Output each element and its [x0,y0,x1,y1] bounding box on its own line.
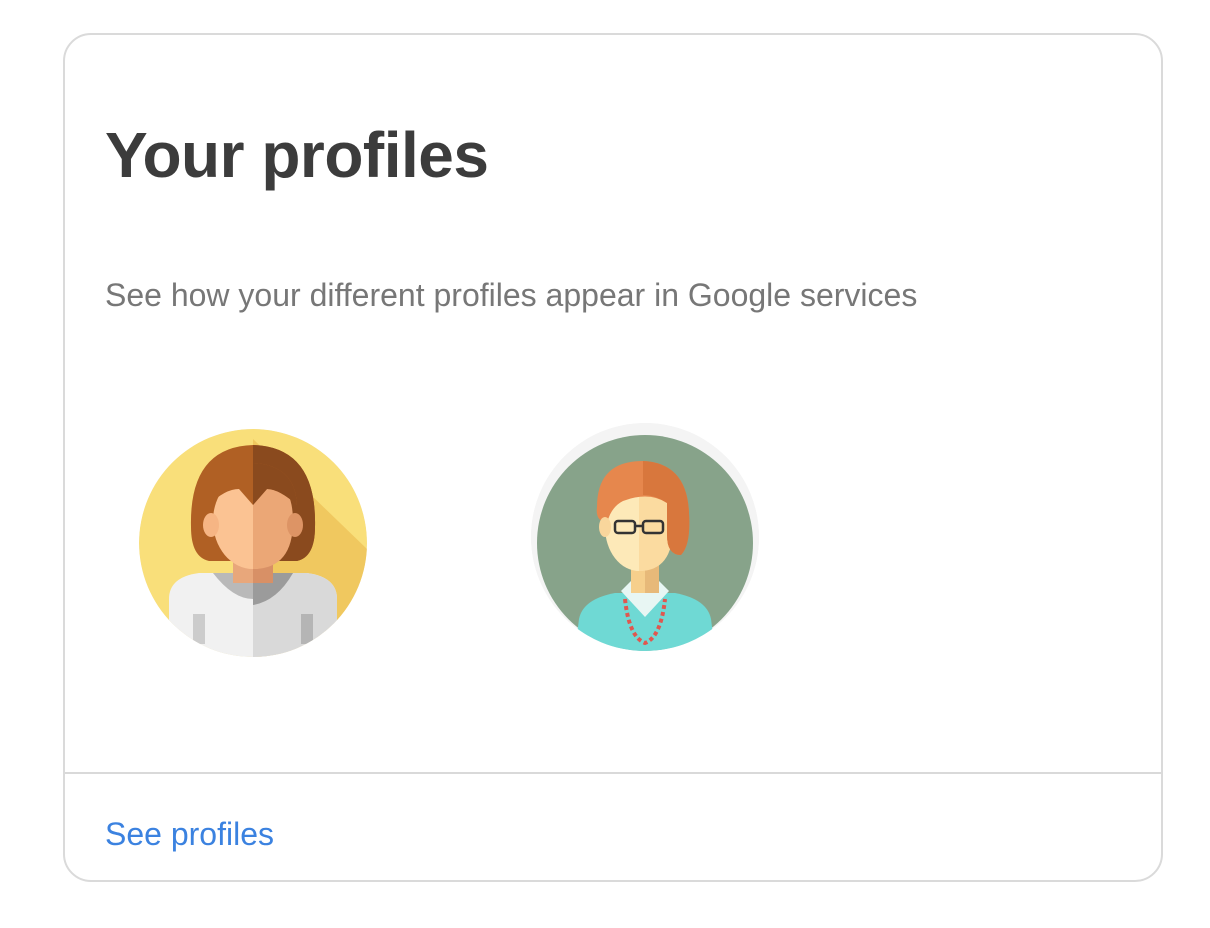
profiles-card: Your profiles See how your different pro… [63,33,1163,882]
card-subtitle: See how your different profiles appear i… [105,277,918,313]
woman-red-hair-glasses-avatar-icon [531,423,759,651]
profile-avatar-1 [139,429,367,657]
see-profiles-link[interactable]: See profiles [105,816,274,852]
card-title: Your profiles [105,119,489,191]
profile-avatar-2 [531,423,759,651]
woman-brown-hair-avatar-icon [139,429,367,657]
card-divider [65,772,1161,774]
